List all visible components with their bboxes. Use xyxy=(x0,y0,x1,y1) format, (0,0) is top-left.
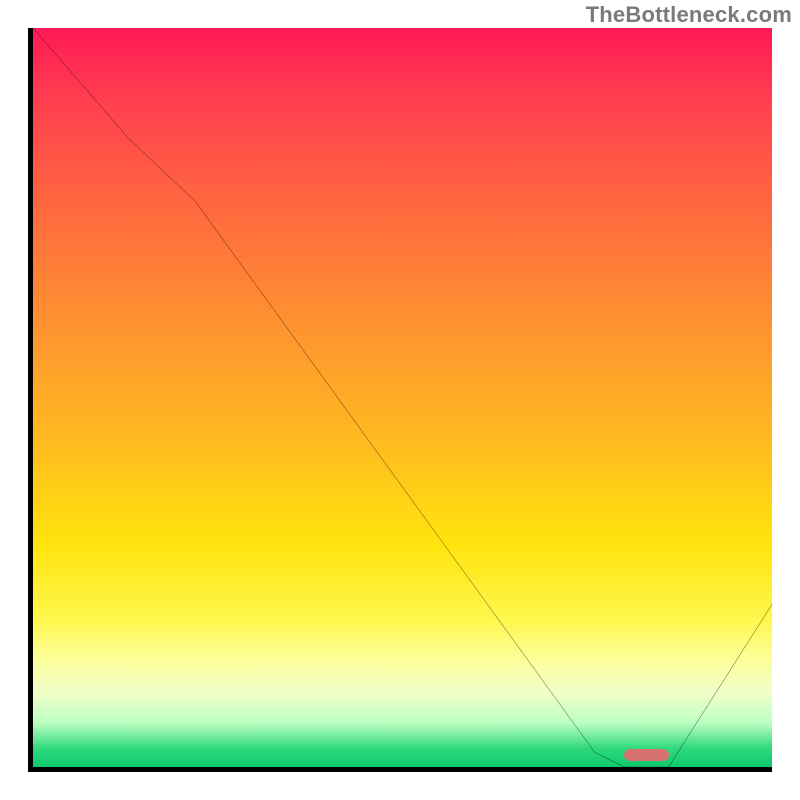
optimal-range-marker xyxy=(624,749,668,761)
watermark-text: TheBottleneck.com xyxy=(586,2,792,28)
chart-stage: TheBottleneck.com xyxy=(0,0,800,800)
plot-area xyxy=(28,28,772,772)
bottleneck-curve xyxy=(33,28,772,767)
